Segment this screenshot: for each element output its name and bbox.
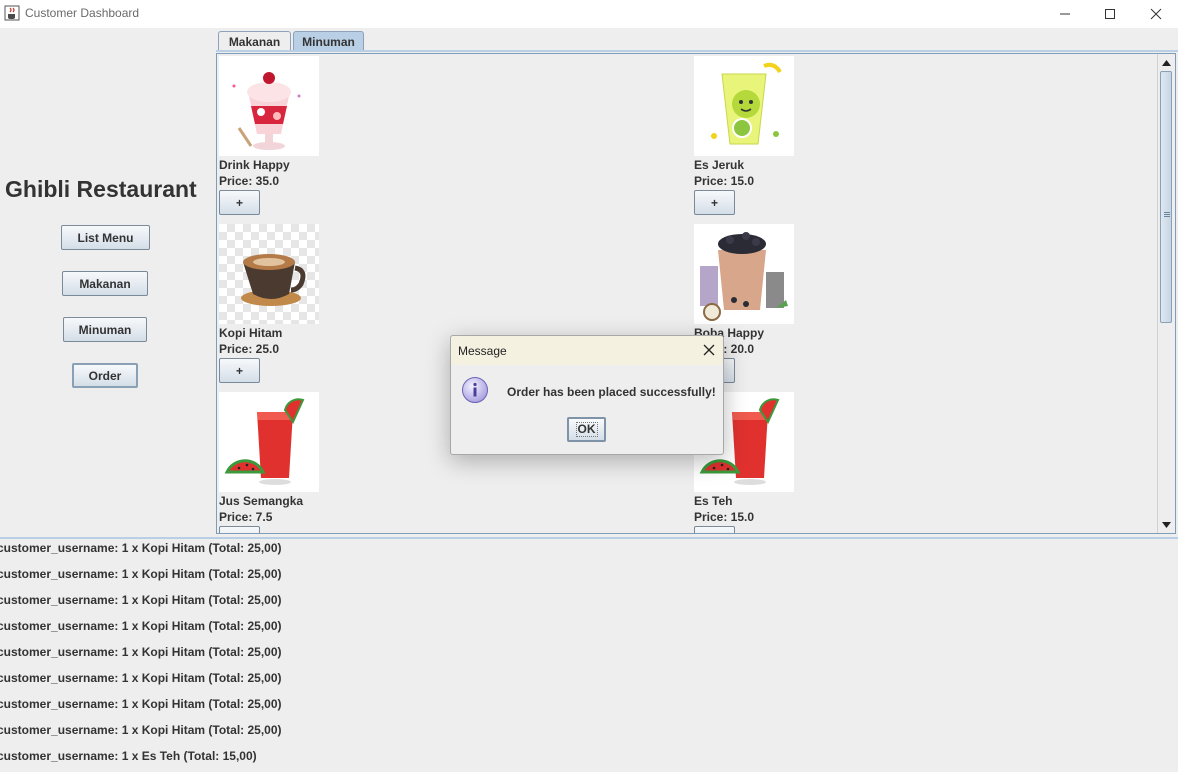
sidebar: Ghibli Restaurant List Menu Makanan Minu… xyxy=(0,30,212,535)
makanan-button[interactable]: Makanan xyxy=(62,271,148,296)
add-to-cart-button[interactable]: + xyxy=(219,190,260,215)
scroll-thumb[interactable] xyxy=(1160,71,1172,323)
order-line: customer_username: 1 x Kopi Hitam (Total… xyxy=(0,619,282,633)
maximize-icon xyxy=(1105,9,1115,19)
item-price: Price: 15.0 xyxy=(694,174,755,188)
java-cup-icon xyxy=(4,5,20,21)
add-to-cart-button[interactable]: + xyxy=(219,358,260,383)
info-icon xyxy=(462,377,488,403)
menu-item-es-teh: Es Teh Price: 15.0 + xyxy=(694,392,994,533)
item-price: Price: 7.5 xyxy=(219,510,273,524)
close-icon[interactable] xyxy=(701,342,717,358)
scroll-up-button[interactable] xyxy=(1159,55,1174,70)
item-name: Es Jeruk xyxy=(694,158,745,172)
menu-item-es-jeruk: Es Jeruk Price: 15.0 + xyxy=(694,56,994,224)
order-line: customer_username: 1 x Es Teh (Total: 15… xyxy=(0,749,257,763)
order-line: customer_username: 1 x Kopi Hitam (Total… xyxy=(0,541,282,555)
triangle-up-icon xyxy=(1162,59,1171,66)
minimize-button[interactable] xyxy=(1042,0,1088,28)
order-line: customer_username: 1 x Kopi Hitam (Total… xyxy=(0,697,282,711)
menu-item-boba-happy: Boba Happy Price: 20.0 + xyxy=(694,224,994,392)
dialog-titlebar: Message xyxy=(451,336,723,365)
menu-panel: Drink Happy Price: 35.0 + Es Jeruk Price… xyxy=(216,53,1176,534)
minimize-icon xyxy=(1060,13,1070,15)
message-dialog: Message Order has been placed successful… xyxy=(450,335,724,455)
list-menu-button[interactable]: List Menu xyxy=(61,225,150,250)
order-line: customer_username: 1 x Kopi Hitam (Total… xyxy=(0,723,282,737)
strawberry-parfait-image xyxy=(219,56,319,156)
lime-juice-image xyxy=(694,56,794,156)
item-name: Jus Semangka xyxy=(219,494,304,508)
item-price: Price: 25.0 xyxy=(219,342,280,356)
minuman-button[interactable]: Minuman xyxy=(63,317,147,342)
order-line: customer_username: 1 x Kopi Hitam (Total… xyxy=(0,645,282,659)
menu-item-drink-happy: Drink Happy Price: 35.0 + xyxy=(219,56,519,224)
window-title: Customer Dashboard xyxy=(25,6,140,20)
order-line: customer_username: 1 x Kopi Hitam (Total… xyxy=(0,671,282,685)
tab-underline xyxy=(216,50,1178,52)
item-price: Price: 15.0 xyxy=(694,510,755,524)
order-button[interactable]: Order xyxy=(72,363,138,388)
grip-icon xyxy=(1164,212,1170,218)
add-to-cart-button[interactable]: + xyxy=(694,190,735,215)
close-icon xyxy=(1150,8,1162,20)
ok-button-label: OK xyxy=(575,422,598,437)
dialog-title: Message xyxy=(458,344,507,358)
boba-tea-image xyxy=(694,224,794,324)
add-to-cart-button[interactable]: + xyxy=(694,526,735,533)
restaurant-name: Ghibli Restaurant xyxy=(5,176,197,202)
dialog-message: Order has been placed successfully! xyxy=(507,385,716,399)
item-name: Drink Happy xyxy=(219,158,290,172)
triangle-down-icon xyxy=(1162,521,1171,528)
coffee-cup-image xyxy=(219,224,319,324)
item-price: Price: 35.0 xyxy=(219,174,280,188)
order-line: customer_username: 1 x Kopi Hitam (Total… xyxy=(0,593,282,607)
window-titlebar: Customer Dashboard xyxy=(0,0,1178,28)
close-button[interactable] xyxy=(1133,0,1178,28)
watermelon-juice-image xyxy=(219,392,319,492)
orders-log[interactable]: customer_username: 1 x Kopi Hitam (Total… xyxy=(0,537,1178,772)
maximize-button[interactable] xyxy=(1087,0,1133,28)
vertical-scrollbar[interactable] xyxy=(1157,54,1175,533)
ok-button[interactable]: OK xyxy=(567,417,606,442)
order-line: customer_username: 1 x Kopi Hitam (Total… xyxy=(0,567,282,581)
tab-makanan[interactable]: Makanan xyxy=(218,31,291,51)
add-to-cart-button[interactable]: + xyxy=(219,526,260,533)
item-name: Kopi Hitam xyxy=(219,326,283,340)
scroll-down-button[interactable] xyxy=(1159,517,1174,532)
tab-minuman[interactable]: Minuman xyxy=(293,31,364,51)
item-name: Es Teh xyxy=(694,494,733,508)
